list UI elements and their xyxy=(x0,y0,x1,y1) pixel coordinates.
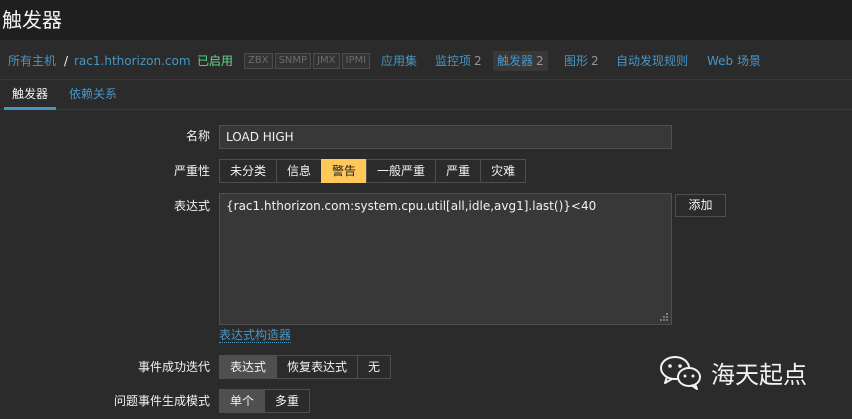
form-tabs: 触发器 依赖关系 xyxy=(0,80,852,110)
page-header: 触发器 xyxy=(0,0,852,40)
wechat-icon xyxy=(660,356,701,390)
nav-host-status[interactable]: 已启用 xyxy=(197,51,233,71)
severity-high[interactable]: 严重 xyxy=(435,159,482,183)
expression-label: 表达式 xyxy=(173,199,210,213)
protocol-badges: ZBX SNMP JMX IPMI xyxy=(244,53,372,69)
watermark-text: 海天起点 xyxy=(711,360,807,389)
nav-items-label: 监控项 xyxy=(435,54,472,68)
problem-mode-label: 问题事件生成模式 xyxy=(113,394,210,408)
severity-disaster[interactable]: 灾难 xyxy=(480,159,527,183)
nav-applications-link[interactable]: 应用集 xyxy=(381,51,417,71)
ok-event-label: 事件成功迭代 xyxy=(137,360,210,374)
problem-mode-single[interactable]: 单个 xyxy=(219,389,266,413)
ipmi-badge: IPMI xyxy=(341,53,371,69)
problem-mode-selector: 单个 多重 xyxy=(219,389,311,413)
tab-trigger[interactable]: 触发器 xyxy=(4,80,57,110)
severity-not-classified[interactable]: 未分类 xyxy=(219,159,278,183)
severity-label: 严重性 xyxy=(173,164,210,178)
nav-web-link[interactable]: Web 场景 xyxy=(707,51,761,71)
watermark: 海天起点 xyxy=(659,352,807,392)
zbx-badge: ZBX xyxy=(244,53,273,69)
ok-event-selector: 表达式 恢复表达式 无 xyxy=(219,355,392,379)
expression-builder-link[interactable]: 表达式构造器 xyxy=(219,328,292,343)
nav-graphs-link[interactable]: 图形 2 xyxy=(564,51,599,71)
ok-event-recovery-expression[interactable]: 恢复表达式 xyxy=(276,355,359,379)
resize-grip-icon[interactable] xyxy=(659,312,669,322)
nav-all-hosts-link[interactable]: 所有主机 xyxy=(8,51,56,71)
snmp-badge: SNMP xyxy=(274,53,312,69)
nav-triggers-link[interactable]: 触发器 2 xyxy=(493,51,548,71)
nav-graphs-count: 2 xyxy=(591,54,599,68)
ok-event-none[interactable]: 无 xyxy=(357,355,392,379)
host-nav-bar: 所有主机 / rac1.hthorizon.com 已启用 ZBX SNMP J… xyxy=(0,40,852,80)
expression-textarea[interactable]: {rac1.hthorizon.com:system.cpu.util[all,… xyxy=(219,193,672,325)
nav-items-link[interactable]: 监控项 2 xyxy=(435,51,482,71)
name-label: 名称 xyxy=(185,129,210,143)
nav-host-link[interactable]: rac1.hthorizon.com xyxy=(74,51,191,71)
nav-items-count: 2 xyxy=(474,54,482,68)
expression-text: {rac1.hthorizon.com:system.cpu.util[all,… xyxy=(226,199,597,213)
name-input[interactable]: LOAD HIGH xyxy=(219,125,672,149)
nav-graphs-label: 图形 xyxy=(564,54,589,68)
severity-warning[interactable]: 警告 xyxy=(321,159,368,183)
nav-separator: / xyxy=(64,54,69,68)
severity-average[interactable]: 一般严重 xyxy=(366,159,437,183)
severity-information[interactable]: 信息 xyxy=(276,159,323,183)
severity-selector: 未分类 信息 警告 一般严重 严重 灾难 xyxy=(219,159,527,183)
nav-discovery-link[interactable]: 自动发现规则 xyxy=(616,51,688,71)
add-expression-button[interactable]: 添加 xyxy=(675,194,726,217)
problem-mode-multiple[interactable]: 多重 xyxy=(264,389,311,413)
nav-triggers-label: 触发器 xyxy=(497,54,534,68)
tab-dependencies[interactable]: 依赖关系 xyxy=(61,80,125,110)
jmx-badge: JMX xyxy=(313,53,340,69)
page-title: 触发器 xyxy=(2,8,62,32)
nav-triggers-count: 2 xyxy=(536,54,544,68)
ok-event-expression[interactable]: 表达式 xyxy=(219,355,278,379)
